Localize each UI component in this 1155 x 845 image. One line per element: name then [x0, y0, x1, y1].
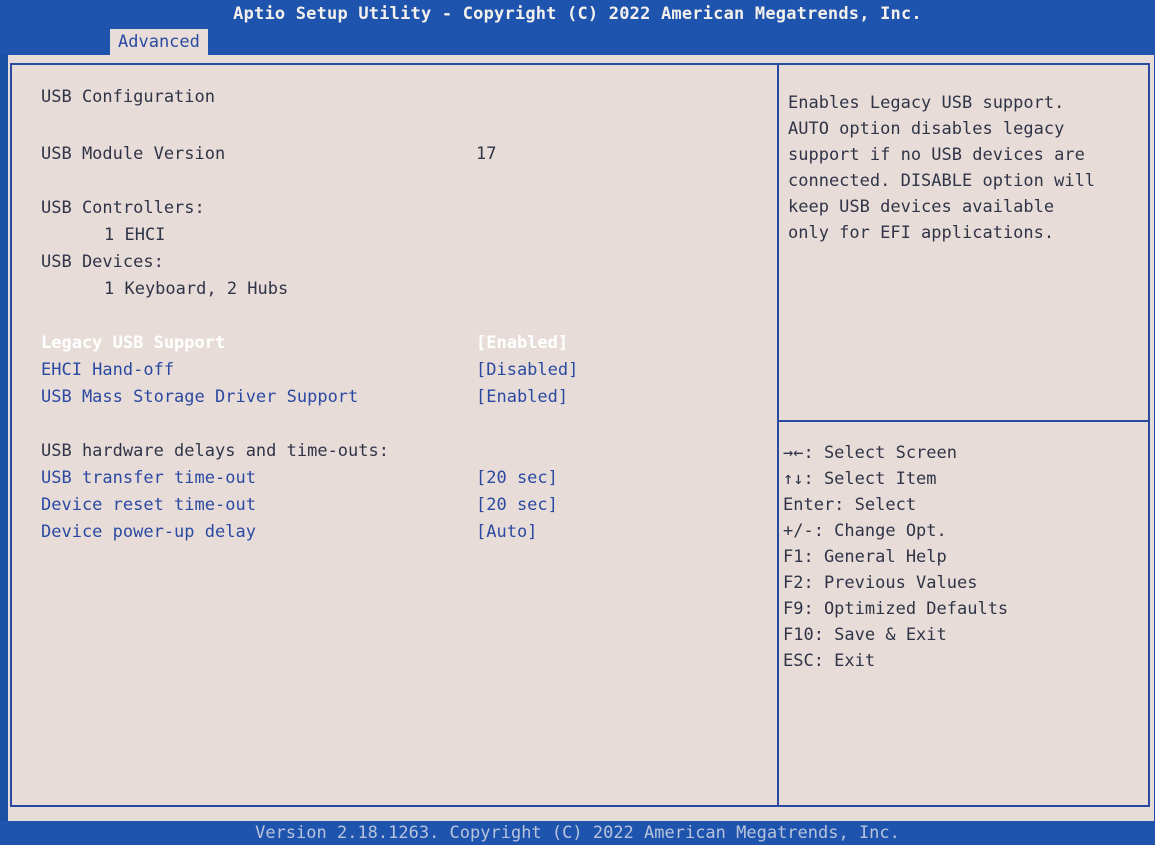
help-description: Enables Legacy USB support. AUTO option …	[788, 93, 1096, 243]
usb-controllers-value: 1 EHCI	[104, 225, 166, 245]
key-general-help: F1: General Help	[783, 547, 947, 567]
device-power-up-delay-value[interactable]: [Auto]	[476, 519, 537, 545]
usb-mass-storage-label[interactable]: USB Mass Storage Driver Support	[41, 384, 358, 410]
footer-bar: Version 2.18.1263. Copyright (C) 2022 Am…	[0, 821, 1155, 845]
key-enter-select: Enter: Select	[783, 495, 917, 515]
key-change-opt: +/-: Change Opt.	[783, 521, 947, 541]
device-reset-timeout-value[interactable]: [20 sec]	[476, 492, 558, 518]
vertical-divider	[777, 63, 779, 807]
usb-module-version-label: USB Module Version	[41, 144, 226, 164]
key-previous-values: F2: Previous Values	[783, 573, 978, 593]
usb-transfer-timeout-label[interactable]: USB transfer time-out	[41, 465, 256, 491]
key-select-item: ↑↓: Select Item	[783, 469, 937, 489]
device-power-up-delay-label[interactable]: Device power-up delay	[41, 519, 256, 545]
usb-mass-storage-value[interactable]: [Enabled]	[476, 384, 568, 410]
device-reset-timeout-label[interactable]: Device reset time-out	[41, 492, 256, 518]
usb-module-version-value: 17	[476, 144, 497, 164]
usb-devices-label: USB Devices:	[41, 252, 164, 272]
key-optimized-defaults: F9: Optimized Defaults	[783, 599, 1009, 619]
ehci-hand-off-value[interactable]: [Disabled]	[476, 357, 578, 383]
usb-configuration-heading: USB Configuration	[41, 87, 215, 107]
app-title: Aptio Setup Utility - Copyright (C) 2022…	[233, 4, 922, 24]
key-select-screen: →←: Select Screen	[783, 443, 957, 463]
key-esc-exit: ESC: Exit	[783, 651, 876, 671]
key-save-exit: F10: Save & Exit	[783, 625, 947, 645]
usb-controllers-label: USB Controllers:	[41, 198, 205, 218]
usb-delays-heading: USB hardware delays and time-outs:	[41, 441, 389, 461]
ehci-hand-off-label[interactable]: EHCI Hand-off	[41, 357, 174, 383]
footer-version: Version 2.18.1263. Copyright (C) 2022 Am…	[255, 823, 900, 843]
key-legend: →←: Select Screen ↑↓: Select Item Enter:…	[783, 440, 1143, 674]
help-divider	[779, 420, 1150, 422]
legacy-usb-support-value[interactable]: [Enabled]	[476, 330, 568, 356]
title-bar: Aptio Setup Utility - Copyright (C) 2022…	[0, 0, 1155, 55]
usb-transfer-timeout-value[interactable]: [20 sec]	[476, 465, 558, 491]
tab-advanced[interactable]: Advanced	[110, 29, 208, 55]
usb-devices-value: 1 Keyboard, 2 Hubs	[104, 279, 289, 299]
legacy-usb-support-label[interactable]: Legacy USB Support	[41, 330, 225, 356]
